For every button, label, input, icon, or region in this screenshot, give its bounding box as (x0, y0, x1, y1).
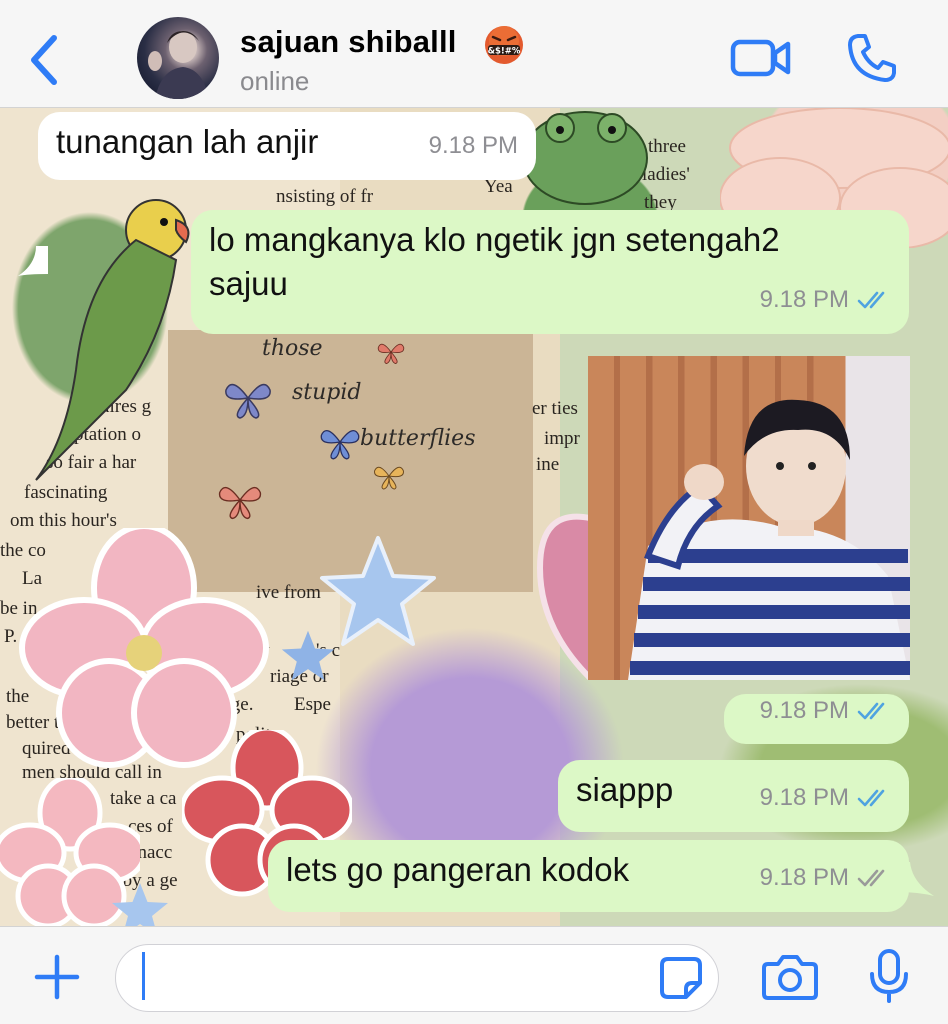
butterfly-icon (320, 430, 360, 460)
wallpaper-book-text: three (648, 136, 686, 157)
phone-icon[interactable] (846, 32, 898, 84)
message-bubble-outgoing[interactable]: lets go pangeran kodok 9.18 PM (268, 840, 909, 912)
message-meta: 9.18 PM (760, 689, 891, 733)
image-message-caption: 9.18 PM (724, 694, 909, 744)
message-meta: 9.18 PM (760, 856, 891, 900)
wallpaper-book-text: ine (536, 454, 560, 475)
wallpaper-book-text: er ties (532, 398, 578, 419)
bubble-tail (898, 862, 934, 896)
message-meta: 9.18 PM (760, 278, 891, 322)
video-camera-icon[interactable] (730, 36, 792, 80)
wallpaper-book-text: nsisting of fr (276, 186, 374, 207)
microphone-icon[interactable] (868, 948, 910, 1004)
photo-person-waving (628, 399, 910, 680)
chat-header: sajuan shiballl &$!#% online (0, 0, 948, 108)
angry-face-emoji-icon: &$!#% (485, 26, 523, 64)
contact-status: online (240, 66, 310, 96)
wallpaper-note-text: those (262, 336, 323, 361)
contact-name[interactable]: sajuan shiballl (240, 24, 457, 60)
wallpaper-book-text: Espe (294, 694, 331, 715)
message-meta: 9.18 PM (429, 124, 518, 168)
camera-icon[interactable] (762, 952, 818, 1002)
read-double-check-icon (857, 789, 885, 807)
image-message[interactable] (588, 356, 910, 680)
message-time: 9.18 PM (759, 864, 849, 891)
message-bubble-outgoing[interactable]: siappp 9.18 PM (558, 760, 909, 832)
butterfly-icon (225, 383, 271, 419)
wallpaper-book-text: impr (544, 428, 580, 449)
star-sticker-icon (112, 883, 168, 926)
message-bubble-incoming[interactable]: tunangan lah anjir 9.18 PM (38, 112, 536, 180)
butterfly-icon (377, 343, 405, 364)
bubble-tail (18, 246, 48, 276)
message-time: 9.18 PM (759, 286, 849, 313)
star-sticker-icon (281, 630, 335, 681)
message-text-line: lo mangkanya klo ngetik jgn setengah2 (209, 221, 780, 258)
read-double-check-icon (857, 291, 885, 309)
message-bubble-outgoing[interactable]: lo mangkanya klo ngetik jgn setengah2 sa… (191, 210, 909, 334)
message-meta: 9.18 PM (760, 776, 891, 820)
message-time: 9.18 PM (428, 132, 518, 159)
star-sticker-icon (320, 536, 436, 646)
butterfly-icon (374, 466, 404, 490)
sticker-icon[interactable] (658, 955, 704, 1001)
wallpaper-note-text: stupid (292, 380, 362, 405)
wallpaper-note-text: butterflies (360, 426, 476, 451)
butterfly-icon (218, 486, 262, 520)
avatar[interactable] (137, 17, 219, 99)
plus-icon[interactable] (33, 953, 81, 1001)
svg-text:&$!#%: &$!#% (488, 47, 521, 57)
chat-area[interactable]: those stupid butterflies three ladies' t… (0, 108, 948, 926)
frog-illustration (522, 111, 648, 205)
chevron-left-icon[interactable] (26, 30, 66, 90)
delivered-double-check-icon (857, 869, 885, 887)
read-double-check-icon (857, 702, 885, 720)
message-input[interactable] (115, 944, 719, 1012)
text-caret (142, 952, 145, 1000)
message-time: 9.18 PM (759, 784, 849, 811)
message-time: 9.18 PM (759, 697, 849, 724)
parrot-illustration (35, 199, 190, 481)
